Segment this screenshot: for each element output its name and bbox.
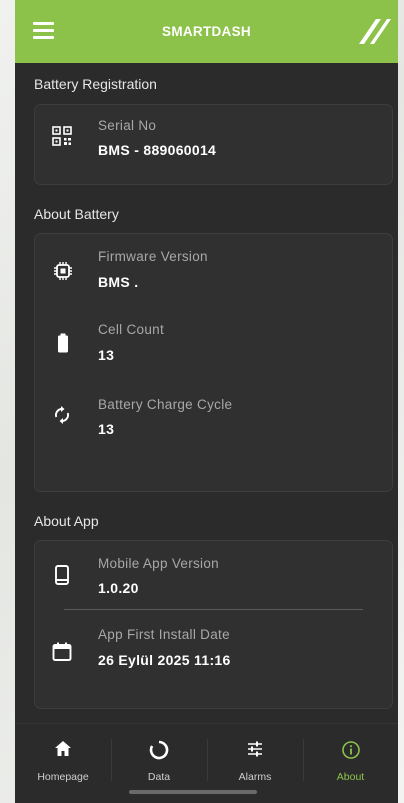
home-indicator[interactable] [129, 790, 257, 794]
install-date-value: 26 Eylül 2025 11:16 [98, 652, 231, 668]
mobile-phone-icon [55, 565, 69, 585]
info-icon [341, 741, 360, 759]
registration-card: Serial No BMS - 889060014 [34, 104, 393, 185]
nav-item-alarms[interactable]: Alarms [207, 724, 303, 799]
row-divider [64, 609, 363, 610]
qr-code-icon [52, 126, 72, 146]
chip-icon [54, 262, 72, 280]
nav-item-homepage[interactable]: Homepage [15, 724, 111, 799]
about-battery-card: Firmware Version BMS . Cell Count 13 Bat… [34, 233, 393, 492]
nav-label-alarms: Alarms [238, 771, 272, 783]
cell-count-label: Cell Count [98, 322, 165, 337]
firmware-label: Firmware Version [98, 249, 208, 264]
sliders-icon [248, 741, 262, 757]
nav-label-homepage: Homepage [37, 771, 89, 783]
about-app-card: Mobile App Version 1.0.20 App First Inst… [34, 540, 393, 709]
install-date-label: App First Install Date [98, 627, 230, 642]
brand-logo-icon [359, 19, 391, 44]
battery-icon [58, 333, 68, 353]
charge-cycle-label: Battery Charge Cycle [98, 397, 233, 412]
section-title-registration: Battery Registration [34, 76, 157, 92]
nav-item-about[interactable]: About [303, 724, 398, 799]
app-screen: SMARTDASH Battery Registration Serial No… [15, 0, 398, 803]
home-icon [55, 741, 71, 756]
charge-cycle-value: 13 [98, 421, 115, 437]
app-version-value: 1.0.20 [98, 580, 139, 596]
section-title-about-app: About App [34, 513, 99, 529]
data-ring-icon [149, 740, 169, 760]
nav-item-data[interactable]: Data [111, 724, 207, 799]
cell-count-value: 13 [98, 347, 115, 363]
serial-value: BMS - 889060014 [98, 142, 217, 158]
app-title: SMARTDASH [162, 24, 251, 39]
firmware-value: BMS . [98, 274, 139, 290]
serial-label: Serial No [98, 118, 157, 133]
nav-label-data: Data [147, 771, 171, 783]
section-title-about-battery: About Battery [34, 206, 119, 222]
nav-label-about: About [336, 771, 365, 783]
calendar-icon [52, 642, 72, 661]
cycle-icon [55, 406, 69, 424]
app-header: SMARTDASH [15, 0, 398, 63]
app-version-label: Mobile App Version [98, 556, 219, 571]
